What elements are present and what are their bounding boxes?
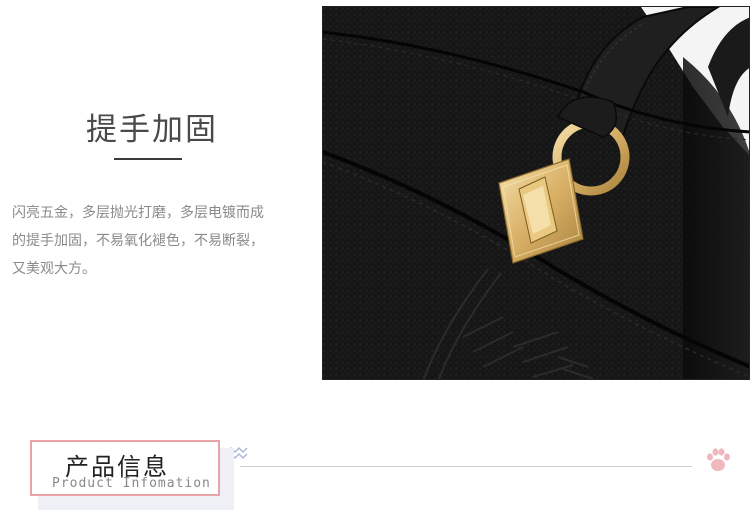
product-photo (322, 6, 750, 380)
handbag-closeup-image (323, 7, 749, 379)
paw-print-icon (705, 446, 731, 478)
feature-title-underline (114, 158, 182, 160)
feature-description-line: 又美观大方。 (12, 261, 96, 277)
feature-title: 提手加固 (86, 112, 218, 148)
feature-description-line: 闪亮五金，多层抛光打磨，多层电镀而成 (12, 205, 264, 221)
section-subtitle: Product Infomation (52, 476, 211, 491)
feature-description-line: 的提手加固，不易氧化褪色，不易断裂， (12, 233, 264, 249)
section-divider (240, 466, 692, 467)
feature-description: 闪亮五金，多层抛光打磨，多层电镀而成 的提手加固，不易氧化褪色，不易断裂， 又美… (12, 199, 312, 283)
